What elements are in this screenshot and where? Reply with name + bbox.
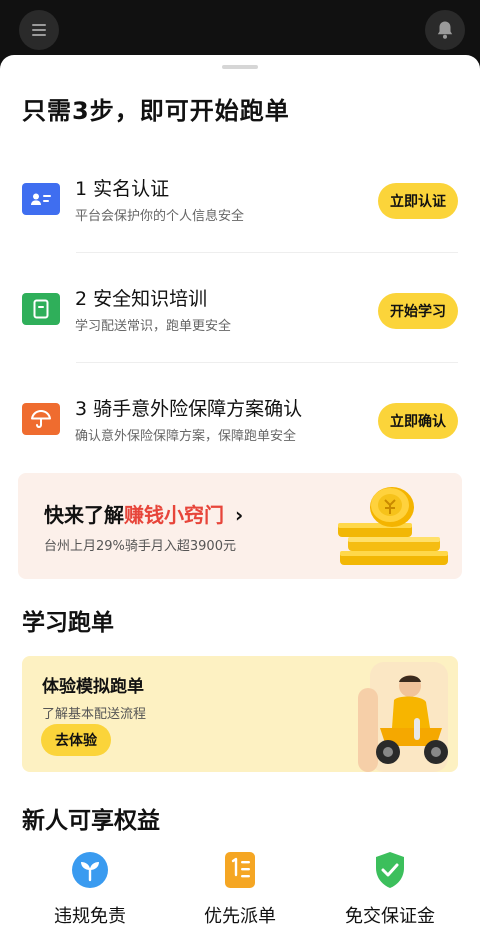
page-title: 只需3步，即可开始跑单 — [22, 97, 290, 125]
menu-button[interactable] — [19, 10, 59, 50]
step-safety-training: 2 安全知识培训 学习配送常识，跑单更安全 开始学习 — [22, 279, 458, 349]
promo-title-highlight: 赚钱小窍门 — [124, 503, 224, 527]
try-it-button[interactable]: 去体验 — [41, 724, 111, 756]
promo-title: 快来了解赚钱小窍门 › — [44, 499, 243, 528]
id-card-icon — [22, 183, 60, 215]
verify-now-button[interactable]: 立即认证 — [378, 183, 458, 219]
step-insurance-confirm: 3 骑手意外险保障方案确认 确认意外保险保障方案，保障跑单安全 立即确认 — [22, 389, 458, 459]
priority-list-icon — [220, 850, 260, 890]
promo-title-prefix: 快来了解 — [44, 503, 124, 527]
benefits-section-title: 新人可享权益 — [22, 808, 160, 834]
step-real-name: 1 实名认证 平台会保护你的个人信息安全 立即认证 — [22, 169, 458, 239]
gold-coins-icon — [338, 487, 448, 565]
bell-icon — [437, 21, 453, 39]
learn-card-subtitle: 了解基本配送流程 — [42, 707, 147, 722]
learn-section-title: 学习跑单 — [22, 610, 114, 636]
start-learning-button[interactable]: 开始学习 — [378, 293, 458, 329]
benefit-violation-exemption[interactable]: 违规免责 — [20, 846, 160, 936]
step-title: 2 安全知识培训 — [75, 288, 208, 310]
shield-check-icon — [370, 850, 410, 890]
step-title: 3 骑手意外险保障方案确认 — [75, 398, 303, 420]
benefit-no-deposit[interactable]: 免交保证金 — [320, 846, 460, 936]
benefit-label: 优先派单 — [204, 906, 276, 927]
confirm-now-button[interactable]: 立即确认 — [378, 403, 458, 439]
divider — [76, 362, 458, 363]
menu-icon — [32, 24, 46, 36]
top-bar — [0, 0, 480, 58]
sprout-icon — [70, 850, 110, 890]
step-subtitle: 学习配送常识，跑单更安全 — [75, 319, 232, 334]
notification-button[interactable] — [425, 10, 465, 50]
learn-card-title: 体验模拟跑单 — [42, 677, 144, 697]
chevron-right-icon: › — [234, 503, 244, 527]
simulated-order-card[interactable]: 体验模拟跑单 了解基本配送流程 去体验 — [22, 656, 458, 772]
step-title: 1 实名认证 — [75, 178, 170, 200]
step-subtitle: 确认意外保险保障方案，保障跑单安全 — [75, 429, 297, 444]
step-subtitle: 平台会保护你的个人信息安全 — [75, 209, 245, 224]
promo-subtitle: 台州上月29%骑手月入超3900元 — [44, 539, 236, 554]
benefit-label: 违规免责 — [54, 906, 126, 927]
earning-tips-banner[interactable]: 快来了解赚钱小窍门 › 台州上月29%骑手月入超3900元 — [18, 473, 462, 579]
divider — [76, 252, 458, 253]
drag-handle[interactable] — [222, 65, 258, 69]
rider-scooter-illustration — [358, 662, 448, 772]
book-icon — [22, 293, 60, 325]
benefit-label: 免交保证金 — [345, 906, 435, 927]
onboarding-sheet: 只需3步，即可开始跑单 1 实名认证 平台会保护你的个人信息安全 立即认证 2 … — [0, 55, 480, 941]
umbrella-icon — [22, 403, 60, 435]
benefit-priority-dispatch[interactable]: 优先派单 — [170, 846, 310, 936]
